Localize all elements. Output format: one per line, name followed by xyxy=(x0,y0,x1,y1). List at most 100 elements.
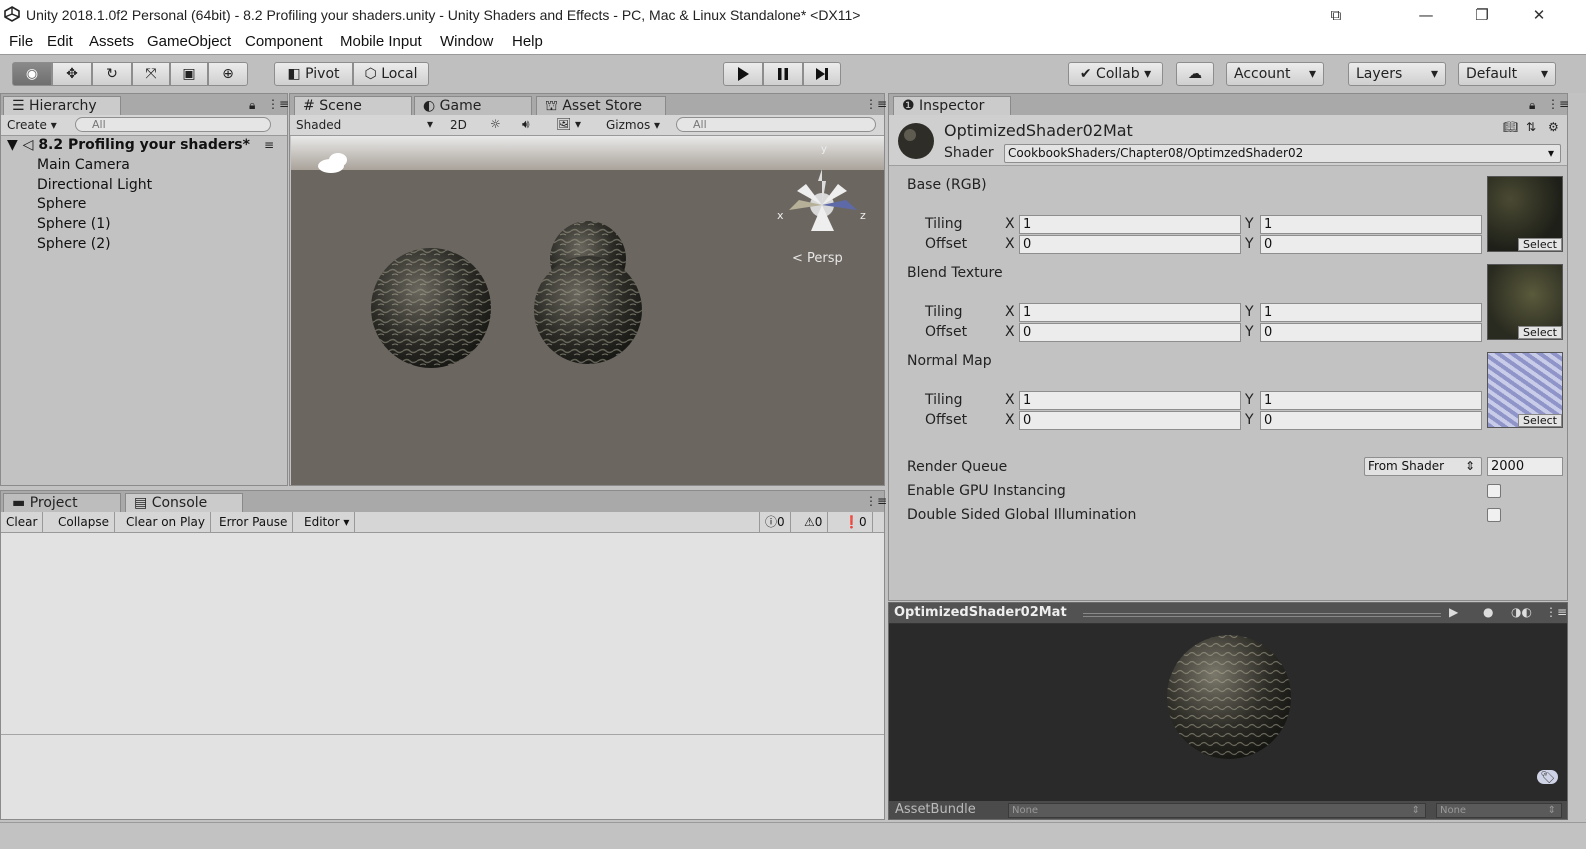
collapse-toggle[interactable]: Collapse xyxy=(53,512,115,532)
material-preview-viewport[interactable] xyxy=(889,623,1567,801)
step-button[interactable] xyxy=(803,62,841,86)
hierarchy-search-input[interactable]: All xyxy=(75,117,271,132)
menu-window[interactable]: Window xyxy=(440,33,493,50)
sphere-object[interactable] xyxy=(534,256,642,364)
close-button[interactable]: ✕ xyxy=(1521,4,1557,26)
panel-menu-icon[interactable]: ⋮≡ xyxy=(865,494,887,508)
base-texture-slot[interactable]: Select xyxy=(1487,176,1563,252)
select-texture-button[interactable]: Select xyxy=(1518,326,1562,339)
tab-console[interactable]: ▤ Console xyxy=(125,493,243,512)
offset-x-field[interactable]: 0 xyxy=(1019,323,1241,342)
panel-menu-icon[interactable]: ⋮≡ xyxy=(1545,605,1567,619)
persp-label[interactable]: < Persp xyxy=(792,251,843,266)
offset-y-field[interactable]: 0 xyxy=(1260,411,1482,430)
tab-hierarchy[interactable]: ☰ Hierarchy xyxy=(3,96,121,115)
hierarchy-item[interactable]: Sphere (1) xyxy=(37,216,111,232)
help-book-icon[interactable]: 📖︎ xyxy=(1503,120,1518,134)
offset-x-field[interactable]: 0 xyxy=(1019,235,1241,254)
menu-gameobject[interactable]: GameObject xyxy=(147,33,231,50)
normal-map-slot[interactable]: Select xyxy=(1487,352,1563,428)
blend-texture-slot[interactable]: Select xyxy=(1487,264,1563,340)
menu-component[interactable]: Component xyxy=(245,33,323,50)
pause-button[interactable] xyxy=(763,62,803,86)
gpu-instancing-checkbox[interactable] xyxy=(1487,484,1501,498)
console-log-list[interactable] xyxy=(1,533,884,735)
clear-button[interactable]: Clear xyxy=(1,512,44,532)
preview-drag-handle[interactable] xyxy=(1083,613,1441,617)
assetbundle-variant-dropdown[interactable]: None ⇕ xyxy=(1436,803,1562,818)
layout-dropdown[interactable]: Default ▾ xyxy=(1458,62,1556,86)
gizmos-dropdown[interactable]: Gizmos ▾ xyxy=(606,118,660,132)
double-sided-gi-checkbox[interactable] xyxy=(1487,508,1501,522)
preview-play-icon[interactable]: ▶ xyxy=(1449,605,1458,619)
hierarchy-item[interactable]: Directional Light xyxy=(37,177,152,193)
offset-x-field[interactable]: 0 xyxy=(1019,411,1241,430)
tiling-x-field[interactable]: 1 xyxy=(1019,391,1241,410)
rotate-tool-button[interactable]: ↻ xyxy=(92,62,132,86)
create-dropdown[interactable]: Create ▾ xyxy=(7,118,57,132)
tiling-y-field[interactable]: 1 xyxy=(1260,303,1482,322)
menu-file[interactable]: File xyxy=(9,33,33,50)
panel-menu-icon[interactable]: ⋮≡ xyxy=(267,97,289,111)
audio-toggle-icon[interactable]: 🔊︎ xyxy=(522,117,530,132)
offset-y-field[interactable]: 0 xyxy=(1260,235,1482,254)
console-detail-area[interactable] xyxy=(1,735,884,819)
menu-mobile-input[interactable]: Mobile Input xyxy=(340,33,422,50)
lighting-toggle-icon[interactable]: ☼ xyxy=(490,117,501,131)
tiling-y-field[interactable]: 1 xyxy=(1260,391,1482,410)
pivot-toggle[interactable]: ◧ Pivot xyxy=(274,62,353,86)
view-tool-button[interactable]: ◉ xyxy=(12,62,52,86)
preview-sphere-icon[interactable]: ● xyxy=(1483,605,1493,619)
panel-menu-icon[interactable]: ⋮≡ xyxy=(865,97,887,111)
preset-icon[interactable]: ⇅ xyxy=(1526,120,1536,134)
clear-on-play-toggle[interactable]: Clear on Play xyxy=(121,512,211,532)
restore-layout-icon[interactable]: ⧉ xyxy=(1318,4,1354,26)
preview-light-icon[interactable]: ◑◐ xyxy=(1511,605,1532,619)
tiling-y-field[interactable]: 1 xyxy=(1260,215,1482,234)
minimize-button[interactable]: — xyxy=(1408,4,1444,26)
select-texture-button[interactable]: Select xyxy=(1518,414,1562,427)
rect-tool-button[interactable]: ▣ xyxy=(170,62,208,86)
layers-dropdown[interactable]: Layers ▾ xyxy=(1348,62,1446,86)
panel-menu-icon[interactable]: ⋮≡ xyxy=(1547,97,1569,111)
effects-toggle-icon[interactable]: 🖼︎ ▾ xyxy=(556,117,581,131)
render-queue-dropdown[interactable]: From Shader ⇕ xyxy=(1364,457,1482,476)
menu-assets[interactable]: Assets xyxy=(89,33,134,50)
lock-icon[interactable]: 🔒︎ xyxy=(1529,98,1535,113)
scale-tool-button[interactable]: ⤧ xyxy=(132,62,170,86)
tiling-x-field[interactable]: 1 xyxy=(1019,303,1241,322)
gear-icon[interactable]: ⚙ xyxy=(1548,120,1559,134)
scene-search-input[interactable]: All xyxy=(676,117,876,132)
menu-help[interactable]: Help xyxy=(512,33,543,50)
hierarchy-item[interactable]: Sphere (2) xyxy=(37,236,111,252)
tab-game[interactable]: ◐ Game xyxy=(414,96,532,115)
tiling-x-field[interactable]: 1 xyxy=(1019,215,1241,234)
tab-scene[interactable]: # Scene xyxy=(294,96,412,115)
offset-y-field[interactable]: 0 xyxy=(1260,323,1482,342)
shader-dropdown[interactable]: CookbookShaders/Chapter08/OptimzedShader… xyxy=(1004,144,1561,163)
local-toggle[interactable]: ⬡ Local xyxy=(353,62,429,86)
info-count-toggle[interactable]: ⓘ0 xyxy=(759,512,791,532)
select-texture-button[interactable]: Select xyxy=(1518,238,1562,251)
play-button[interactable] xyxy=(723,62,763,86)
error-count-toggle[interactable]: ❗0 xyxy=(839,512,873,532)
assetbundle-dropdown[interactable]: None ⇕ xyxy=(1008,803,1426,818)
shading-dropdown[interactable]: Shaded xyxy=(296,118,341,132)
scene-menu-icon[interactable]: ≡ xyxy=(264,138,274,152)
maximize-button[interactable]: ❐ xyxy=(1464,4,1500,26)
tab-asset-store[interactable]: ⛫ Asset Store xyxy=(536,96,666,115)
cloud-button[interactable]: ☁ xyxy=(1176,62,1214,86)
move-tool-button[interactable]: ✥ xyxy=(52,62,92,86)
render-queue-value-field[interactable]: 2000 xyxy=(1487,457,1563,476)
account-dropdown[interactable]: Account ▾ xyxy=(1226,62,1324,86)
tab-project[interactable]: ▬ Project xyxy=(3,493,121,512)
tab-inspector[interactable]: ❶ Inspector xyxy=(893,96,1011,115)
scene-root[interactable]: ▼ ◁ 8.2 Profiling your shaders* xyxy=(7,137,250,153)
sphere-object[interactable] xyxy=(371,248,491,368)
error-pause-toggle[interactable]: Error Pause xyxy=(214,512,294,532)
collab-dropdown[interactable]: ✔ Collab ▾ xyxy=(1068,62,1163,86)
editor-dropdown[interactable]: Editor ▾ xyxy=(299,512,356,532)
hierarchy-item[interactable]: Main Camera xyxy=(37,157,130,173)
menu-edit[interactable]: Edit xyxy=(47,33,73,50)
scene-viewport[interactable] xyxy=(291,136,884,485)
